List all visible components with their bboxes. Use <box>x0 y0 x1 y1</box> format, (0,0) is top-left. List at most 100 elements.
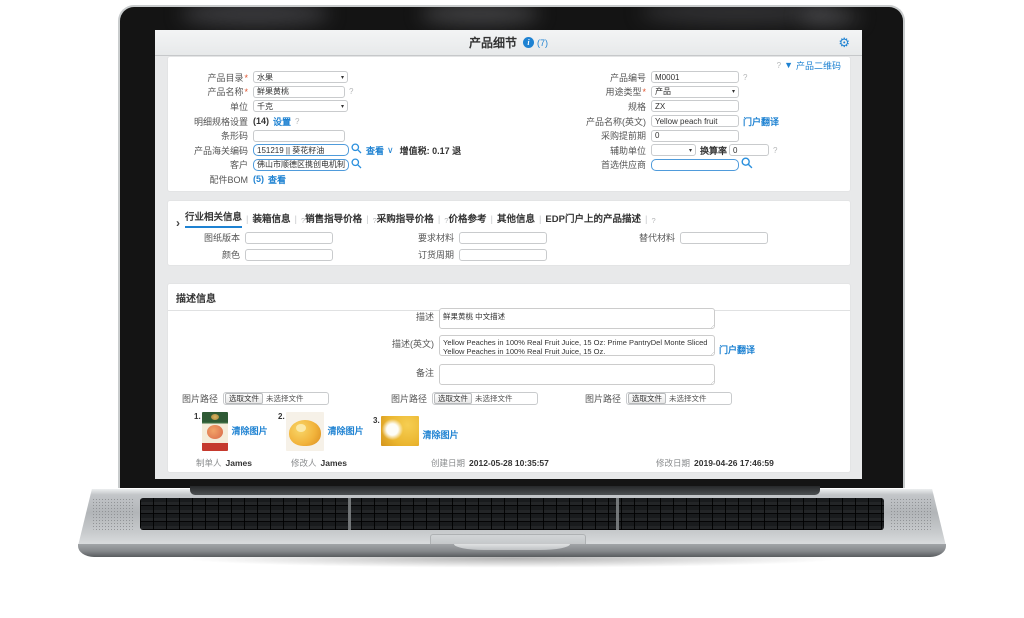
aux-unit-select[interactable]: ▾ <box>651 144 696 156</box>
tab-other-info[interactable]: 其他信息 <box>497 211 535 228</box>
tab-price-reference[interactable]: 价格参考 <box>448 211 486 228</box>
field-order-cycle: 订货周期 <box>382 248 547 261</box>
creator-value: James <box>226 458 252 468</box>
info-count[interactable]: (7) <box>537 38 548 48</box>
tab-packing-info[interactable]: 装箱信息 <box>252 211 290 228</box>
info-icon[interactable]: i <box>523 37 534 48</box>
spec-setting-link[interactable]: 设置 <box>273 115 291 128</box>
image-number: 2. <box>278 412 285 421</box>
collapse-chevron-icon[interactable]: › <box>176 218 180 228</box>
lead-time-input[interactable] <box>651 130 739 142</box>
hs-view-link[interactable]: 查看 <box>366 144 384 157</box>
rate-input[interactable] <box>729 144 769 156</box>
peach-slices-photo <box>381 416 419 446</box>
help-icon[interactable]: ? <box>651 216 655 228</box>
product-qrcode-link[interactable]: 产品二维码 <box>796 59 841 72</box>
order-cycle-label: 订货周期 <box>382 248 454 261</box>
laptop-base <box>78 486 946 560</box>
search-icon[interactable] <box>741 156 753 174</box>
chevron-down-icon: ▾ <box>341 103 344 110</box>
clear-image-link[interactable]: 清除图片 <box>423 428 459 441</box>
gear-icon[interactable]: ⚙ <box>838 35 850 50</box>
tab-edp-description[interactable]: EDP门户上的产品描述 <box>545 211 641 228</box>
rate-label: 换算率 <box>700 144 727 157</box>
help-icon[interactable]: ? <box>349 87 353 96</box>
required-asterisk: * <box>244 73 248 83</box>
field-row-code: 产品编号 ? <box>568 70 779 85</box>
required-material-input[interactable] <box>459 232 547 244</box>
catalog-select[interactable]: 水果▾ <box>253 71 348 83</box>
file-input[interactable]: 选取文件 未选择文件 <box>432 392 538 405</box>
app-header: 产品细节 i (7) ⚙ <box>155 30 862 56</box>
name-en-input[interactable] <box>651 115 739 127</box>
customer-label: 客户 <box>168 158 248 171</box>
form-right-column: 产品编号 ? 用途类型* 产品▾ 规格 产品名称(英文) <box>568 70 779 172</box>
bom-view-link[interactable]: 查看 <box>268 173 286 186</box>
qr-code-icon: ▼ <box>784 61 793 70</box>
bezel-reflection <box>800 9 860 25</box>
modifier-label: 修改人 <box>291 457 317 469</box>
choose-file-button[interactable]: 选取文件 <box>225 393 263 404</box>
desc-en-textarea[interactable]: Yellow Peaches in 100% Real Fruit Juice,… <box>439 335 715 356</box>
order-cycle-input[interactable] <box>459 249 547 261</box>
laptop-thumb-notch <box>454 544 570 550</box>
search-icon[interactable] <box>351 156 362 174</box>
help-icon[interactable]: ? <box>777 61 781 70</box>
page-title: 产品细节 <box>469 34 517 51</box>
laptop-keyboard <box>140 498 884 530</box>
color-label: 颜色 <box>168 248 240 261</box>
bom-count[interactable]: (5) <box>253 174 264 184</box>
drawing-version-input[interactable] <box>245 232 333 244</box>
field-row-catalog: 产品目录* 水果▾ <box>168 70 461 85</box>
help-icon[interactable]: ? <box>773 146 777 155</box>
file-input[interactable]: 选取文件 未选择文件 <box>223 392 329 405</box>
color-input[interactable] <box>245 249 333 261</box>
unit-label: 单位 <box>168 100 248 113</box>
barcode-input[interactable] <box>253 130 345 142</box>
portal-translate-link[interactable]: 门户翻译 <box>719 343 755 356</box>
product-name-input[interactable] <box>253 86 345 98</box>
modified-date-field: 修改日期 2019-04-26 17:46:59 <box>656 457 774 469</box>
customer-input[interactable] <box>253 159 349 171</box>
created-date-field: 创建日期 2012-05-28 10:35:57 <box>431 457 549 469</box>
tab-industry-info[interactable]: 行业相关信息 <box>185 209 242 228</box>
laptop-front-edge <box>78 544 946 557</box>
field-desc-en: 描述(英文) Yellow Peaches in 100% Real Fruit… <box>168 335 755 356</box>
creator-field: 制单人 James <box>196 457 252 469</box>
image-path-field-2: 图片路径 选取文件 未选择文件 <box>391 392 538 405</box>
help-icon[interactable]: ? <box>743 73 747 82</box>
clear-image-link[interactable]: 清除图片 <box>232 424 268 437</box>
field-row-supplier: 首选供应商 <box>568 158 779 173</box>
usage-select[interactable]: 产品▾ <box>651 86 739 98</box>
substitute-material-input[interactable] <box>680 232 768 244</box>
image-number: 1. <box>194 412 201 421</box>
clear-image-link[interactable]: 清除图片 <box>328 424 364 437</box>
modifier-field: 修改人 James <box>291 457 347 469</box>
modified-label: 修改日期 <box>656 457 690 469</box>
peach-can-photo <box>202 412 228 451</box>
laptop-hinge <box>190 486 820 495</box>
supplier-input[interactable] <box>651 159 739 171</box>
hs-code-label: 产品海关编码 <box>168 144 248 157</box>
spec-input[interactable] <box>651 100 739 112</box>
field-row-spec-setting: 明细规格设置 (14) 设置 ? <box>168 114 461 129</box>
file-input[interactable]: 选取文件 未选择文件 <box>626 392 732 405</box>
name-label: 产品名称 <box>207 87 243 97</box>
choose-file-button[interactable]: 选取文件 <box>434 393 472 404</box>
substitute-material-label: 替代材料 <box>603 231 675 244</box>
expand-chevron-icon[interactable]: ∨ <box>387 145 394 156</box>
desc-label: 描述 <box>168 308 434 323</box>
tab-purchase-price[interactable]: 采购指导价格 <box>377 211 434 228</box>
unit-select[interactable]: 千克▾ <box>253 100 348 112</box>
product-code-input[interactable] <box>651 71 739 83</box>
description-panel: 描述信息 描述 鲜果黄桃 中文描述 描述(英文) Yellow Peaches … <box>167 283 851 473</box>
tab-sales-price[interactable]: 销售指导价格 <box>305 211 362 228</box>
help-icon[interactable]: ? <box>295 117 299 126</box>
portal-translate-link[interactable]: 门户翻译 <box>743 115 779 128</box>
desc-textarea[interactable]: 鲜果黄桃 中文描述 <box>439 308 715 329</box>
choose-file-button[interactable]: 选取文件 <box>628 393 666 404</box>
remark-textarea[interactable] <box>439 364 715 385</box>
field-row-customer: 客户 <box>168 158 461 173</box>
spec-setting-label: 明细规格设置 <box>168 115 248 128</box>
hs-code-input[interactable] <box>253 144 349 156</box>
